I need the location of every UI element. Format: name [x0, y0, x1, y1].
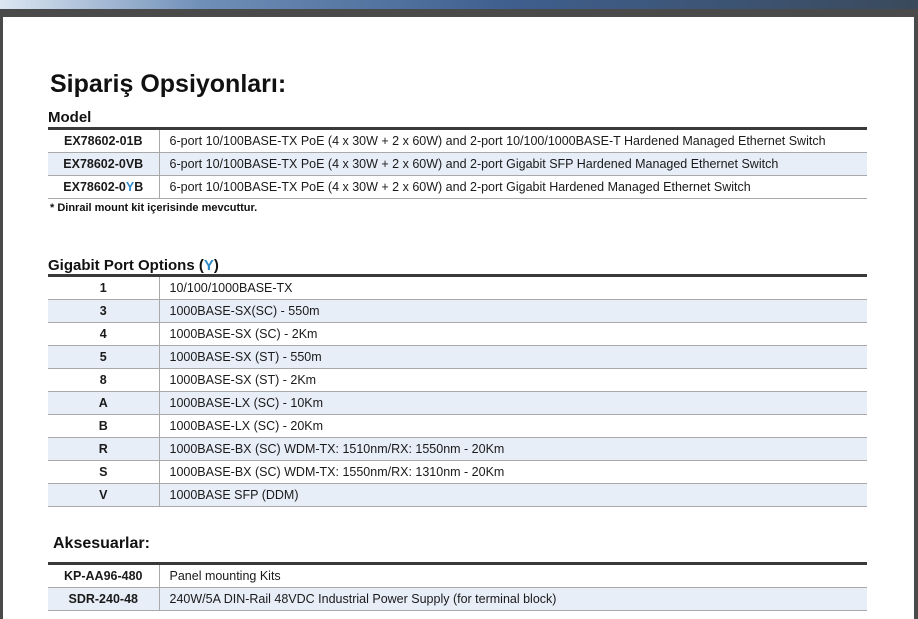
gigabit-label-suffix: ) — [213, 257, 219, 274]
table-row: 8 1000BASE-SX (ST) - 2Km — [48, 368, 867, 392]
table-row: EX78602-0VB 6-port 10/100BASE-TX PoE (4 … — [48, 152, 867, 176]
option-code: 3 — [48, 299, 160, 323]
table-row: EX78602-0YB 6-port 10/100BASE-TX PoE (4 … — [48, 175, 867, 199]
gigabit-options-table: 1 10/100/1000BASE-TX 3 1000BASE-SX(SC) -… — [48, 274, 867, 507]
model-section-label: Model — [48, 109, 92, 126]
gigabit-label-variable: Y — [203, 257, 214, 274]
model-description: 6-port 10/100BASE-TX PoE (4 x 30W + 2 x … — [159, 152, 867, 176]
table-row: A 1000BASE-LX (SC) - 10Km — [48, 391, 867, 415]
window-frame-top — [0, 9, 918, 17]
option-description: 1000BASE-LX (SC) - 20Km — [159, 414, 867, 438]
table-row: 1 10/100/1000BASE-TX — [48, 274, 867, 300]
model-footnote: * Dinrail mount kit içerisinde mevcuttur… — [50, 202, 258, 214]
option-description: 1000BASE-SX (SC) - 2Km — [159, 322, 867, 346]
model-description: 6-port 10/100BASE-TX PoE (4 x 30W + 2 x … — [159, 127, 867, 153]
model-description: 6-port 10/100BASE-TX PoE (4 x 30W + 2 x … — [159, 175, 867, 199]
gigabit-section-label: Gigabit Port Options (Y) — [48, 257, 219, 274]
option-description: 1000BASE-SX(SC) - 550m — [159, 299, 867, 323]
option-code: 1 — [48, 274, 160, 300]
model-code-prefix: EX78602-0 — [63, 180, 126, 194]
table-row: SDR-240-48 240W/5A DIN-Rail 48VDC Indust… — [48, 587, 867, 611]
table-row: KP-AA96-480 Panel mounting Kits — [48, 562, 867, 588]
table-row: 5 1000BASE-SX (ST) - 550m — [48, 345, 867, 369]
accessories-table: KP-AA96-480 Panel mounting Kits SDR-240-… — [48, 562, 867, 611]
option-code: 4 — [48, 322, 160, 346]
table-row: 3 1000BASE-SX(SC) - 550m — [48, 299, 867, 323]
option-code: 8 — [48, 368, 160, 392]
table-row: B 1000BASE-LX (SC) - 20Km — [48, 414, 867, 438]
table-row: V 1000BASE SFP (DDM) — [48, 483, 867, 507]
option-description: 1000BASE-SX (ST) - 2Km — [159, 368, 867, 392]
option-description: 1000BASE SFP (DDM) — [159, 483, 867, 507]
gigabit-label-text: Gigabit Port Options ( — [48, 257, 204, 274]
page-title: Sipariş Opsiyonları: — [50, 70, 287, 98]
accessory-description: 240W/5A DIN-Rail 48VDC Industrial Power … — [159, 587, 867, 611]
option-description: 1000BASE-BX (SC) WDM-TX: 1550nm/RX: 1310… — [159, 460, 867, 484]
option-code: S — [48, 460, 160, 484]
accessory-code: KP-AA96-480 — [48, 562, 160, 588]
window-frame-right — [914, 9, 918, 619]
option-code: V — [48, 483, 160, 507]
accessory-description: Panel mounting Kits — [159, 562, 867, 588]
model-code-variable: Y — [125, 180, 135, 194]
model-code: EX78602-0YB — [48, 175, 160, 199]
window-top-gradient — [0, 0, 918, 9]
option-description: 1000BASE-BX (SC) WDM-TX: 1510nm/RX: 1550… — [159, 437, 867, 461]
option-code: R — [48, 437, 160, 461]
option-description: 10/100/1000BASE-TX — [159, 274, 867, 300]
option-code: A — [48, 391, 160, 415]
table-row: R 1000BASE-BX (SC) WDM-TX: 1510nm/RX: 15… — [48, 437, 867, 461]
option-description: 1000BASE-SX (ST) - 550m — [159, 345, 867, 369]
accessories-section-label: Aksesuarlar: — [53, 535, 150, 552]
table-row: 4 1000BASE-SX (SC) - 2Km — [48, 322, 867, 346]
accessory-code: SDR-240-48 — [48, 587, 160, 611]
option-code: B — [48, 414, 160, 438]
option-description: 1000BASE-LX (SC) - 10Km — [159, 391, 867, 415]
model-code: EX78602-01B — [48, 127, 160, 153]
model-code-suffix: B — [134, 180, 144, 194]
option-code: 5 — [48, 345, 160, 369]
window-frame-left — [0, 9, 3, 619]
model-code: EX78602-0VB — [48, 152, 160, 176]
table-row: S 1000BASE-BX (SC) WDM-TX: 1550nm/RX: 13… — [48, 460, 867, 484]
model-table: EX78602-01B 6-port 10/100BASE-TX PoE (4 … — [48, 127, 867, 199]
table-row: EX78602-01B 6-port 10/100BASE-TX PoE (4 … — [48, 127, 867, 153]
